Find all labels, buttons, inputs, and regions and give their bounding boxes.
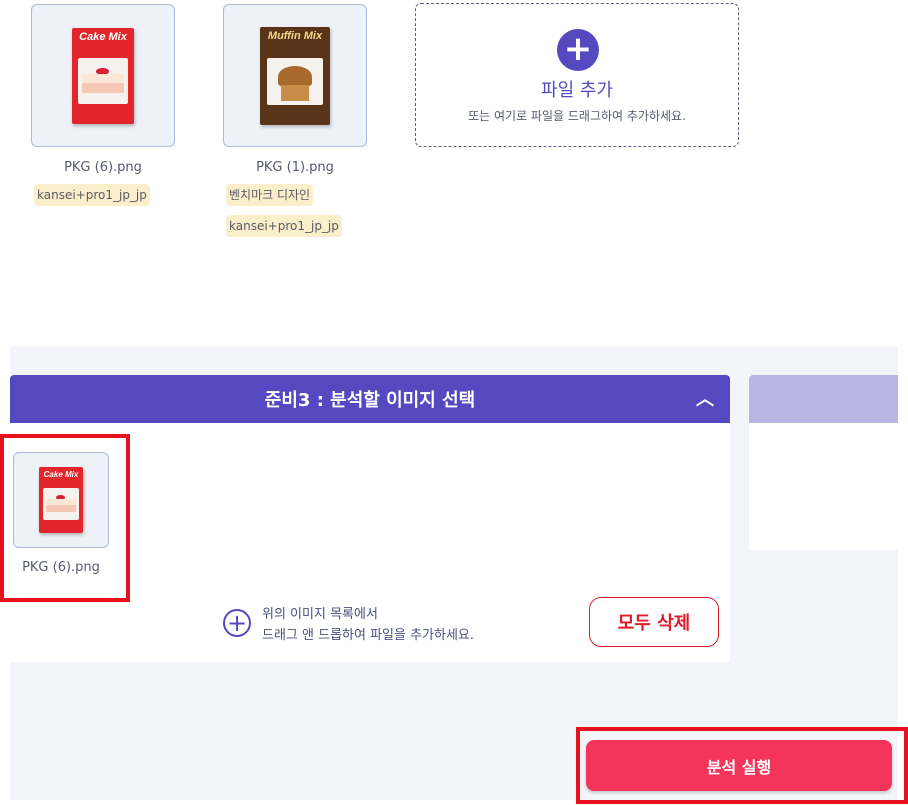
file-thumbnail[interactable]: Muffin Mix — [223, 4, 367, 147]
file-tag: 벤치마크 디자인 — [226, 184, 314, 207]
box-title: Cake Mix — [79, 31, 127, 44]
box-title: Muffin Mix — [267, 30, 323, 43]
box-title: Cake Mix — [43, 469, 79, 479]
clear-all-button[interactable]: 모두 삭제 — [589, 597, 719, 647]
product-image: Cake Mix — [72, 27, 134, 124]
collapse-chevron-icon[interactable]: ︿ — [696, 385, 714, 411]
file-tag: kansei+pro1_jp_jp — [34, 184, 150, 207]
upload-title: 파일 추가 — [541, 80, 613, 101]
selected-file-name: PKG (6).png — [22, 560, 100, 575]
upload-subtitle: 또는 여기로 파일을 드래그하여 추가하세요. — [468, 109, 686, 123]
product-image: Muffin Mix — [260, 26, 330, 125]
step3-header[interactable]: 준비3 : 분석할 이미지 선택 — [10, 375, 730, 423]
selected-thumbnail[interactable]: Cake Mix — [13, 452, 109, 548]
file-name: PKG (6).png — [64, 160, 142, 175]
side-panel-header — [749, 375, 898, 423]
drop-hint-line1: 위의 이미지 목록에서 — [262, 607, 378, 622]
file-tag: kansei+pro1_jp_jp — [226, 215, 342, 238]
file-thumbnail[interactable]: Cake Mix — [31, 4, 175, 147]
file-card[interactable]: Cake Mix PKG (6).png kansei+pro1_jp_jp — [31, 4, 175, 214]
product-image: Cake Mix — [39, 467, 83, 533]
file-card[interactable]: Muffin Mix PKG (1).png 벤치마크 디자인 kansei+p… — [223, 4, 367, 240]
side-panel — [749, 375, 898, 550]
step3-title: 준비3 : 분석할 이미지 선택 — [264, 390, 476, 411]
add-file-icon[interactable]: + — [557, 29, 599, 71]
drop-hint-line2: 드래그 앤 드롭하여 파일을 추가하세요. — [262, 628, 475, 643]
file-upload-dropzone[interactable]: + 파일 추가 또는 여기로 파일을 드래그하여 추가하세요. — [415, 3, 739, 147]
selected-image-card[interactable]: Cake Mix PKG (6).png — [13, 452, 109, 582]
file-name: PKG (1).png — [256, 160, 334, 175]
run-analysis-button[interactable]: 분석 실행 — [586, 740, 892, 791]
drop-plus-icon: + — [223, 609, 251, 637]
